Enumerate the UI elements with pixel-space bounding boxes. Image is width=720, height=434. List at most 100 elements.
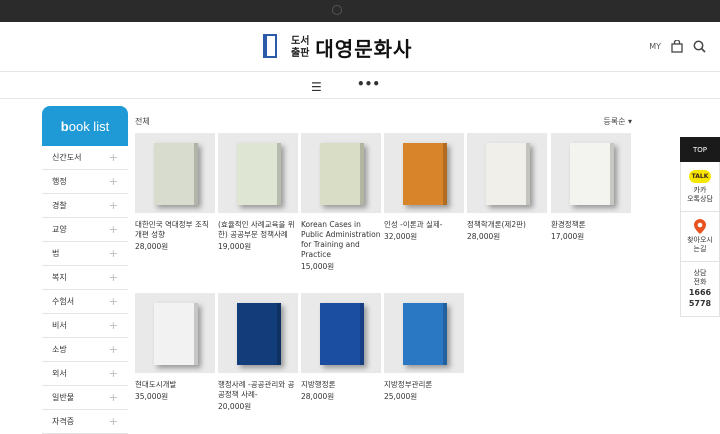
category-label: 교양 (52, 225, 67, 234)
book-title[interactable]: 인성 -이론과 실제- (384, 220, 464, 230)
book-title[interactable]: 지방행정론 (301, 380, 381, 390)
category-item[interactable]: 소방 + (42, 338, 128, 362)
book-card[interactable]: Korean Cases in Public Administration fo… (301, 133, 381, 272)
book-price: 25,000원 (384, 392, 418, 401)
my-link[interactable]: MY (649, 42, 661, 51)
book-title[interactable]: 현대도시개발 (135, 380, 215, 390)
book-price: 15,000원 (301, 262, 335, 271)
book-title[interactable]: 지방정부관리론 (384, 380, 464, 390)
book-title[interactable]: 환경정책론 (551, 220, 631, 230)
directions-label-1: 찾아오시 (687, 236, 713, 244)
book-price: 35,000원 (135, 392, 169, 401)
category-item[interactable]: 경찰 + (42, 194, 128, 218)
category-label: 외서 (52, 369, 67, 378)
directions-label-2: 는길 (693, 245, 707, 253)
category-item[interactable]: 자격증 + (42, 410, 128, 434)
book-card[interactable]: (효율적인 사례교육을 위한) 공공부문 정책사례 19,000원 (218, 133, 298, 252)
book-title[interactable]: 대한민국 역대정부 조직개편 성향 (135, 220, 215, 240)
logo-subtitle: 도서 출판 (291, 36, 309, 60)
book-price: 20,000원 (218, 402, 252, 411)
book-price: 19,000원 (218, 242, 252, 251)
plus-icon: + (108, 391, 118, 404)
scroll-top-button[interactable]: TOP (680, 137, 720, 162)
book-card[interactable]: 환경정책론 17,000원 (551, 133, 631, 242)
book-cover[interactable] (218, 133, 298, 213)
directions-button[interactable]: 찾아오시 는길 (680, 212, 720, 262)
plus-icon: + (108, 151, 118, 164)
book-title[interactable]: Korean Cases in Public Administration fo… (301, 220, 381, 260)
shopping-bag-icon[interactable] (671, 40, 683, 53)
hamburger-icon[interactable]: ☰ (311, 80, 322, 94)
sort-label: 등록순 (603, 117, 626, 126)
phone-label-2: 전화 (693, 278, 707, 286)
category-label: 신간도서 (52, 153, 82, 162)
plus-icon: + (108, 175, 118, 188)
book-cover[interactable] (135, 133, 215, 213)
book-title[interactable]: 행정사례 -공공관리와 공공정책 사례- (218, 380, 298, 400)
list-header: 전체 등록순 ▾ (135, 116, 632, 128)
phone-number-2: 5778 (688, 299, 712, 308)
book-list-tab[interactable]: b ook list (42, 106, 128, 146)
book-card[interactable]: 정책학개론(제2판) 28,000원 (467, 133, 547, 242)
book-cover[interactable] (301, 293, 381, 373)
filter-label[interactable]: 전체 (135, 117, 150, 126)
book-title[interactable]: 정책학개론(제2판) (467, 220, 547, 230)
category-item[interactable]: 외서 + (42, 362, 128, 386)
kakao-label-1: 카카 (693, 185, 707, 194)
book-cover[interactable] (384, 133, 464, 213)
book-cover[interactable] (467, 133, 547, 213)
book-cover[interactable] (218, 293, 298, 373)
map-pin-icon (694, 219, 706, 234)
plus-icon: + (108, 367, 118, 380)
category-item[interactable]: 복지 + (42, 266, 128, 290)
category-label: 행정 (52, 177, 67, 186)
book-card[interactable]: 현대도시개발 35,000원 (135, 293, 215, 402)
sort-select[interactable]: 등록순 ▾ (603, 116, 632, 127)
plus-icon: + (108, 295, 118, 308)
book-cover[interactable] (551, 133, 631, 213)
book-card[interactable]: 행정사례 -공공관리와 공공정책 사례- 20,000원 (218, 293, 298, 412)
logo-line-1: 도서 (291, 35, 310, 47)
category-label: 비서 (52, 321, 67, 330)
book-card[interactable]: 대한민국 역대정부 조직개편 성향 28,000원 (135, 133, 215, 252)
category-item[interactable]: 수험서 + (42, 290, 128, 314)
category-item[interactable]: 법 + (42, 242, 128, 266)
browser-top-bar (0, 0, 720, 22)
category-label: 소방 (52, 345, 67, 354)
category-item[interactable]: 비서 + (42, 314, 128, 338)
book-cover[interactable] (135, 293, 215, 373)
book-card[interactable]: 지방정부관리론 25,000원 (384, 293, 464, 402)
category-item[interactable]: 일반물 + (42, 386, 128, 410)
category-label: 자격증 (52, 417, 75, 426)
phone-label-1: 상담 (693, 269, 707, 277)
logo-mark-icon (263, 33, 287, 62)
book-title[interactable]: (효율적인 사례교육을 위한) 공공부문 정책사례 (218, 220, 298, 240)
category-sidebar: b ook list 신간도서 + 행정 + 경찰 + 교양 + 법 + 복지 + 수험서 + … (42, 106, 128, 434)
category-item[interactable]: 행정 + (42, 170, 128, 194)
quick-menu: TOP TALK 카카 오톡상담 찾아오시 는길 상담 전화 1666 5778 (680, 137, 720, 317)
book-cover[interactable] (384, 293, 464, 373)
plus-icon: + (108, 247, 118, 260)
book-list-title-initial: b (60, 118, 69, 134)
phone-consult[interactable]: 상담 전화 1666 5778 (680, 262, 720, 317)
more-menu-button[interactable]: ••• (357, 77, 380, 91)
category-item[interactable]: 신간도서 + (42, 146, 128, 170)
kakao-label-2: 오톡상담 (687, 194, 713, 203)
kakao-consult-button[interactable]: TALK 카카 오톡상담 (680, 162, 720, 212)
site-header: 도서 출판 대영문화사 MY (0, 22, 720, 72)
book-card[interactable]: 인성 -이론과 실제- 32,000원 (384, 133, 464, 242)
plus-icon: + (108, 223, 118, 236)
book-list-title-rest: ook list (68, 118, 110, 134)
book-cover[interactable] (301, 133, 381, 213)
book-price: 28,000원 (301, 392, 335, 401)
book-price: 28,000원 (135, 242, 169, 251)
category-label: 일반물 (52, 393, 75, 402)
book-price: 32,000원 (384, 232, 418, 241)
site-logo[interactable]: 도서 출판 대영문화사 (263, 33, 412, 62)
logo-name: 대영문화사 (315, 37, 413, 61)
search-icon[interactable] (693, 40, 706, 53)
plus-icon: + (108, 319, 118, 332)
category-item[interactable]: 교양 + (42, 218, 128, 242)
book-card[interactable]: 지방행정론 28,000원 (301, 293, 381, 402)
book-price: 28,000원 (467, 232, 501, 241)
